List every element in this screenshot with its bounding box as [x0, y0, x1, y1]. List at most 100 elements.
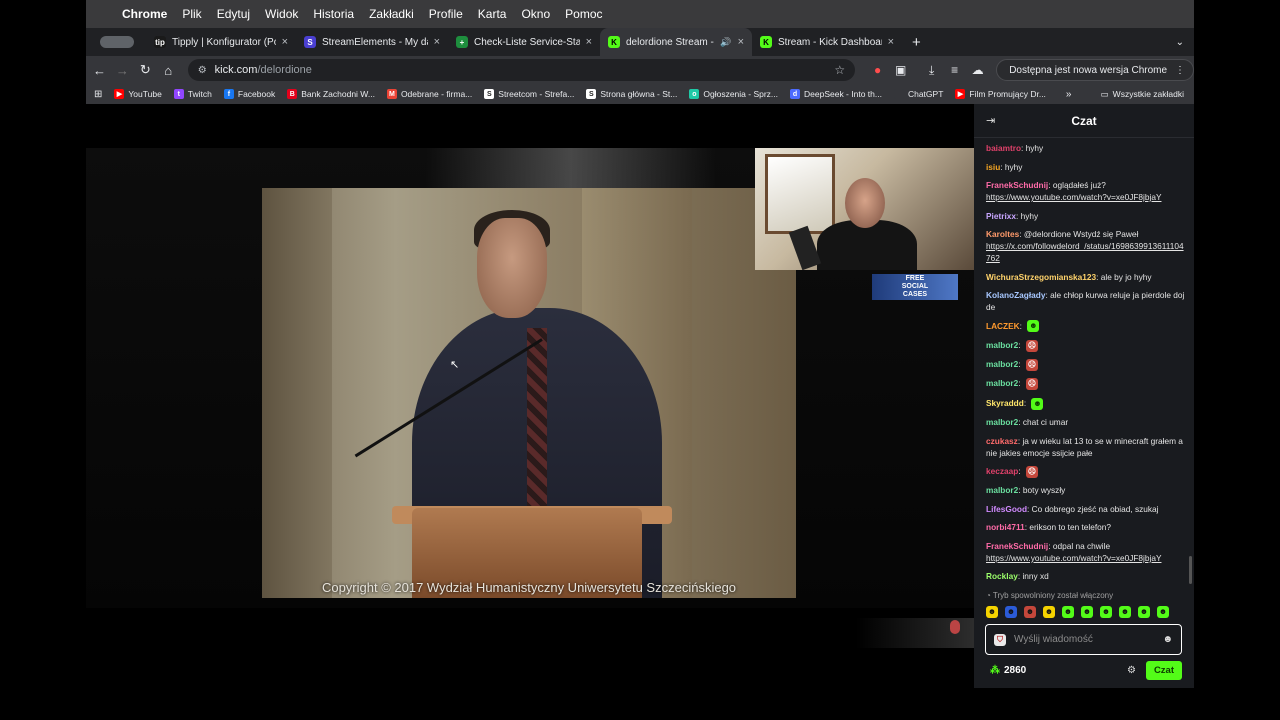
cloud-sync-icon[interactable]: ☁ [967, 63, 988, 77]
frog-emote-icon[interactable]: ☻ [1138, 606, 1150, 618]
bookmark-item[interactable]: f Facebook [223, 89, 275, 99]
extensions-puzzle-icon[interactable]: ▣ [890, 63, 911, 77]
chat-link[interactable]: https://www.youtube.com/watch?v=xe0JF8jb… [986, 192, 1161, 202]
stream-player[interactable]: Copyright © 2017 Wydział Humanistyczny U… [86, 104, 974, 682]
tab-3[interactable]: + Check-Liste Service-Start-Al × [448, 28, 600, 56]
all-bookmarks-folder[interactable]: ▭ Wszystkie zakładki [1101, 89, 1184, 100]
mouse-cursor-icon: ↖ [450, 359, 460, 371]
video-frame[interactable]: Copyright © 2017 Wydział Humanistyczny U… [262, 188, 796, 598]
reload-icon[interactable]: ↻ [134, 62, 157, 78]
tab-4[interactable]: Kdelordione Stream - Watc 🔊 × [600, 28, 752, 56]
speaker-icon[interactable]: 🔊 [720, 37, 731, 48]
menu-window[interactable]: Okno [521, 7, 550, 21]
chat-username[interactable]: isiu [986, 162, 1000, 172]
bookmark-item[interactable]: S Streetcom - Strefa... [484, 89, 574, 99]
forward-icon[interactable]: → [111, 63, 134, 78]
chat-input-box[interactable]: ⛉ ☻ [985, 624, 1182, 655]
chat-username[interactable]: malbor2 [986, 340, 1018, 350]
chat-username[interactable]: keczaap [986, 466, 1018, 476]
address-bar[interactable]: ⚙ kick.com/delordione ☆ [187, 59, 856, 81]
angry-emote-icon[interactable]: ☻ [1024, 606, 1036, 618]
bookmark-item[interactable]: B Bank Zachodni W... [287, 89, 375, 99]
chat-username[interactable]: malbor2 [986, 378, 1018, 388]
close-tab-icon[interactable]: × [586, 36, 592, 48]
bookmark-item[interactable]: t Twitch [173, 89, 212, 99]
extension-red-icon[interactable]: ● [867, 63, 888, 77]
chat-settings-gear-icon[interactable]: ⚙ [1127, 665, 1136, 676]
chat-username[interactable]: Pietrixx [986, 211, 1016, 221]
tab-search-chevron-icon[interactable]: ⌄ [1176, 37, 1184, 48]
chat-username[interactable]: LACZEK [986, 321, 1020, 331]
chat-scrollbar[interactable] [1189, 556, 1192, 584]
chat-username[interactable]: LifesGood [986, 504, 1027, 514]
bookmark-item[interactable]: ChatGPT [893, 89, 943, 99]
emoji-picker-icon[interactable]: ☻ [1162, 634, 1173, 645]
menu-profiles[interactable]: Profile [429, 7, 463, 21]
frog-emote-icon[interactable]: ☻ [1081, 606, 1093, 618]
apps-grid-icon[interactable]: ⊞ [94, 89, 102, 100]
chat-username[interactable]: czukasz [986, 436, 1018, 446]
chat-text: boty wyszły [1022, 485, 1066, 496]
chat-username[interactable]: KolanoZagłady [986, 290, 1045, 300]
menu-history[interactable]: Historia [313, 7, 354, 21]
channel-points[interactable]: ⁂ 2860 [990, 665, 1026, 676]
tab-2[interactable]: S StreamElements - My dashbo × [296, 28, 448, 56]
shield-badge-icon[interactable]: ⛉ [994, 633, 1006, 646]
bookmark-item[interactable]: ▶ Film Promujący Dr... [955, 89, 1046, 99]
frog-emote-icon[interactable]: ☻ [1119, 606, 1131, 618]
tab-1[interactable]: tip Tipply | Konfigurator (Powiad × [146, 28, 296, 56]
home-icon[interactable]: ⌂ [157, 63, 180, 78]
bookmark-item[interactable]: S Strona główna - St... [586, 89, 677, 99]
frog-emote-icon[interactable]: ☻ [1157, 606, 1169, 618]
bookmark-star-icon[interactable]: ☆ [834, 63, 845, 77]
smile-emote-icon[interactable]: ☻ [1043, 606, 1055, 618]
download-icon[interactable]: ⤓ [921, 63, 942, 78]
chat-username[interactable]: malbor2 [986, 359, 1018, 369]
chat-link[interactable]: https://www.youtube.com/watch?v=xe0JF8jb… [986, 553, 1161, 563]
kick-emote-icon[interactable]: ☻ [986, 606, 998, 618]
chat-username[interactable]: Rocklay [986, 571, 1018, 581]
blue-emote-icon[interactable]: ☻ [1005, 606, 1017, 618]
more-menu-icon[interactable]: ⋮ [1175, 65, 1185, 76]
close-tab-icon[interactable]: × [434, 36, 440, 48]
bookmark-item[interactable]: d DeepSeek - Into th... [790, 89, 882, 99]
chat-username[interactable]: WichuraStrzegomianska123 [986, 272, 1096, 282]
close-tab-icon[interactable]: × [888, 36, 894, 48]
back-icon[interactable]: ← [88, 63, 111, 78]
tab-group-pill[interactable] [100, 36, 134, 48]
chat-message-input[interactable] [1014, 634, 1144, 645]
new-tab-icon[interactable]: + [912, 34, 921, 51]
chat-messages[interactable]: baiamtro: hyhy isiu: hyhy FranekSchudnij: … [974, 142, 1194, 592]
chat-username[interactable]: Skyraddd [986, 398, 1024, 408]
chat-username[interactable]: baiamtro [986, 143, 1021, 153]
frog-emote-icon[interactable]: ☻ [1100, 606, 1112, 618]
chrome-update-button[interactable]: Dostępna jest nowa wersja Chrome ⋮ [996, 59, 1195, 81]
collapse-chat-icon[interactable]: ⇥ [986, 114, 995, 127]
bookmark-item[interactable]: M Odebrane - firma... [386, 89, 472, 99]
bookmark-item[interactable]: o Ogłoszenia - Sprz... [689, 89, 778, 99]
chat-username[interactable]: malbor2 [986, 417, 1018, 427]
chat-username[interactable]: norbi4711 [986, 522, 1025, 532]
bookmark-item[interactable]: ▶ YouTube [114, 89, 162, 99]
menu-bookmarks[interactable]: Zakładki [369, 7, 414, 21]
menu-help[interactable]: Pomoc [565, 7, 602, 21]
menu-edit[interactable]: Edytuj [217, 7, 250, 21]
menu-tab[interactable]: Karta [478, 7, 507, 21]
chat-username[interactable]: malbor2 [986, 485, 1018, 495]
chat-username[interactable]: FranekSchudnij [986, 180, 1048, 190]
close-tab-icon[interactable]: × [282, 36, 288, 48]
bookmarks-overflow-icon[interactable]: » [1066, 89, 1072, 100]
send-chat-button[interactable]: Czat [1145, 660, 1182, 680]
chat-username[interactable]: Karoltes [986, 229, 1019, 239]
frog-emote-icon[interactable]: ☻ [1062, 606, 1074, 618]
tab-5[interactable]: K Stream - Kick Dashboard × [752, 28, 902, 56]
chat-username[interactable]: FranekSchudnij [986, 541, 1048, 551]
close-tab-icon[interactable]: × [738, 36, 744, 48]
menu-view[interactable]: Widok [265, 7, 298, 21]
reading-list-icon[interactable]: ≡ [944, 63, 965, 77]
menu-file[interactable]: Plik [182, 7, 201, 21]
chat-link[interactable]: https://x.com/followdelord_/status/16986… [986, 241, 1184, 263]
menu-app-name[interactable]: Chrome [122, 7, 167, 21]
site-info-icon[interactable]: ⚙ [198, 65, 207, 76]
bookmark-favicon-icon: f [223, 89, 234, 99]
